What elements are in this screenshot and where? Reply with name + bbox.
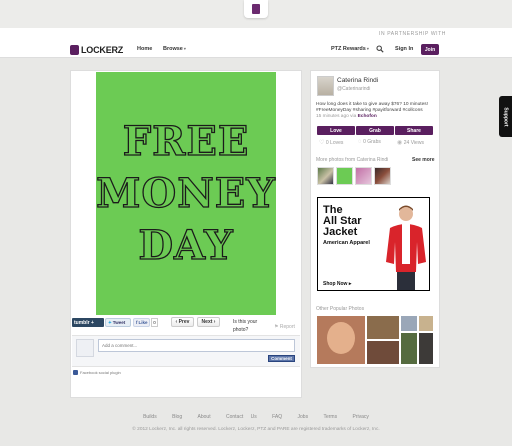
like-label: Like (138, 320, 148, 325)
footer-copyright: © 2012 Lockerz, Inc. all rights reserved… (132, 427, 380, 432)
support-label: Support (502, 106, 509, 127)
like-count: 0 (151, 318, 158, 327)
facebook-f-icon: f (136, 320, 138, 325)
partner-hint: IN PARTNERSHIP WITH (379, 31, 446, 37)
footer-link[interactable]: Terms (323, 414, 337, 420)
user-name[interactable]: Caterina Rindi (337, 77, 378, 84)
twitter-bird-icon: ✦ (108, 319, 112, 325)
tweet-label: Tweet (112, 320, 126, 325)
footer-link[interactable]: FAQ (272, 414, 282, 420)
photo-text-line: DAY (138, 221, 234, 269)
report-link[interactable]: ⚑ Report (274, 324, 295, 330)
brand-logo[interactable]: LOCKERZ (70, 44, 123, 56)
nav-ptz-rewards[interactable]: PTZ Rewards▾ (331, 46, 369, 52)
report-label: Report (279, 324, 295, 330)
loves-label: 0 Loves (325, 139, 344, 146)
ad-model-image (386, 205, 426, 290)
footer-link[interactable]: Privacy (352, 414, 368, 420)
footer-link[interactable]: Blog (172, 414, 182, 420)
top-logo-tab[interactable] (244, 0, 268, 18)
brand-wordmark: LOCKERZ (81, 45, 124, 55)
facebook-icon (73, 370, 78, 375)
facebook-like-button[interactable]: f Like (133, 318, 150, 327)
chevron-down-icon: ▾ (366, 46, 369, 51)
sign-in-link[interactable]: Sign In (395, 46, 413, 52)
more-photo-thumb[interactable] (317, 167, 334, 185)
grabs-label: 0 Grabs (363, 139, 381, 145)
facebook-plugin-text: Facebook social plugin (80, 370, 121, 375)
more-photo-thumb[interactable] (374, 167, 391, 185)
join-button[interactable]: Join (421, 44, 439, 55)
footer-link[interactable]: Jobs (298, 414, 309, 420)
grab-icon: ◌ (358, 139, 362, 145)
love-button[interactable]: Love (317, 126, 355, 135)
footer-link[interactable]: Contact Us (226, 414, 257, 420)
ad-brand: American Apparel (323, 240, 370, 246)
footer-link[interactable]: Builds (143, 414, 157, 420)
nav-browse-label: Browse (163, 46, 183, 52)
advertisement[interactable]: The All Star Jacket American Apparel Sho… (317, 197, 430, 291)
loves-count: ♡ 0 Loves (319, 139, 344, 147)
more-photo-thumb[interactable] (355, 167, 372, 185)
post-time: 15 minutes ago via (316, 114, 357, 120)
popular-photos-grid[interactable] (317, 316, 433, 364)
see-more-link[interactable]: See more (412, 157, 435, 163)
search-icon[interactable] (376, 45, 384, 53)
ad-shop-now[interactable]: Shop Now ▸ (323, 281, 351, 287)
next-button[interactable]: Next › (197, 317, 220, 327)
footer-links: Builds Blog About Contact Us FAQ Jobs Te… (0, 414, 512, 420)
user-handle[interactable]: @Caterinarindi (337, 86, 370, 92)
nav-ptz-rewards-label: PTZ Rewards (331, 46, 366, 52)
photo-caption: How long does it take to give away $76? … (316, 102, 436, 121)
tweet-button[interactable]: ✦ Tweet (105, 318, 131, 327)
more-photo-thumb[interactable] (336, 167, 353, 185)
claim-photo-link[interactable]: Is this your photo? (233, 318, 263, 334)
post-source[interactable]: Echofon (358, 114, 377, 119)
photo-text-line: FREE (122, 117, 250, 165)
lockerz-mini-logo-icon (252, 4, 260, 14)
main-photo[interactable]: FREE MONEY DAY (95, 72, 276, 315)
support-tab[interactable]: Support (499, 96, 512, 137)
commenter-avatar (76, 339, 94, 357)
eye-icon: ◉ (397, 140, 403, 146)
photo-text-line: MONEY (95, 169, 276, 217)
nav-browse[interactable]: Browse▾ (163, 46, 186, 52)
footer-link[interactable]: About (198, 414, 211, 420)
comment-input[interactable] (98, 339, 295, 352)
lockerz-logo-icon (70, 45, 79, 55)
tumblr-share-button[interactable]: tumblr + (72, 318, 104, 327)
facebook-plugin-label: Facebook social plugin (73, 370, 121, 375)
caption-text: How long does it take to give away $76? … (316, 102, 428, 114)
chevron-down-icon: ▾ (183, 46, 186, 51)
flag-icon: ⚑ (274, 324, 279, 330)
grabs-count: ◌ 0 Grabs (358, 139, 381, 145)
prev-button[interactable]: ‹ Prev (171, 317, 194, 327)
avatar[interactable] (317, 76, 334, 96)
popular-photos-heading: Other Popular Photos (316, 306, 365, 312)
share-button[interactable]: Share (395, 126, 433, 135)
ad-headline: The All Star Jacket (323, 205, 362, 238)
views-count: ◉ 24 Views (397, 139, 424, 147)
ad-line-3: Jacket (323, 226, 358, 238)
grab-button[interactable]: Grab (356, 126, 394, 135)
nav-home[interactable]: Home (137, 46, 152, 52)
comment-button[interactable]: Comment (268, 355, 295, 362)
views-label: 24 Views (403, 139, 424, 146)
heart-icon: ♡ (319, 140, 325, 146)
more-photos-heading: More photos from Caterina Rindi (316, 157, 389, 163)
